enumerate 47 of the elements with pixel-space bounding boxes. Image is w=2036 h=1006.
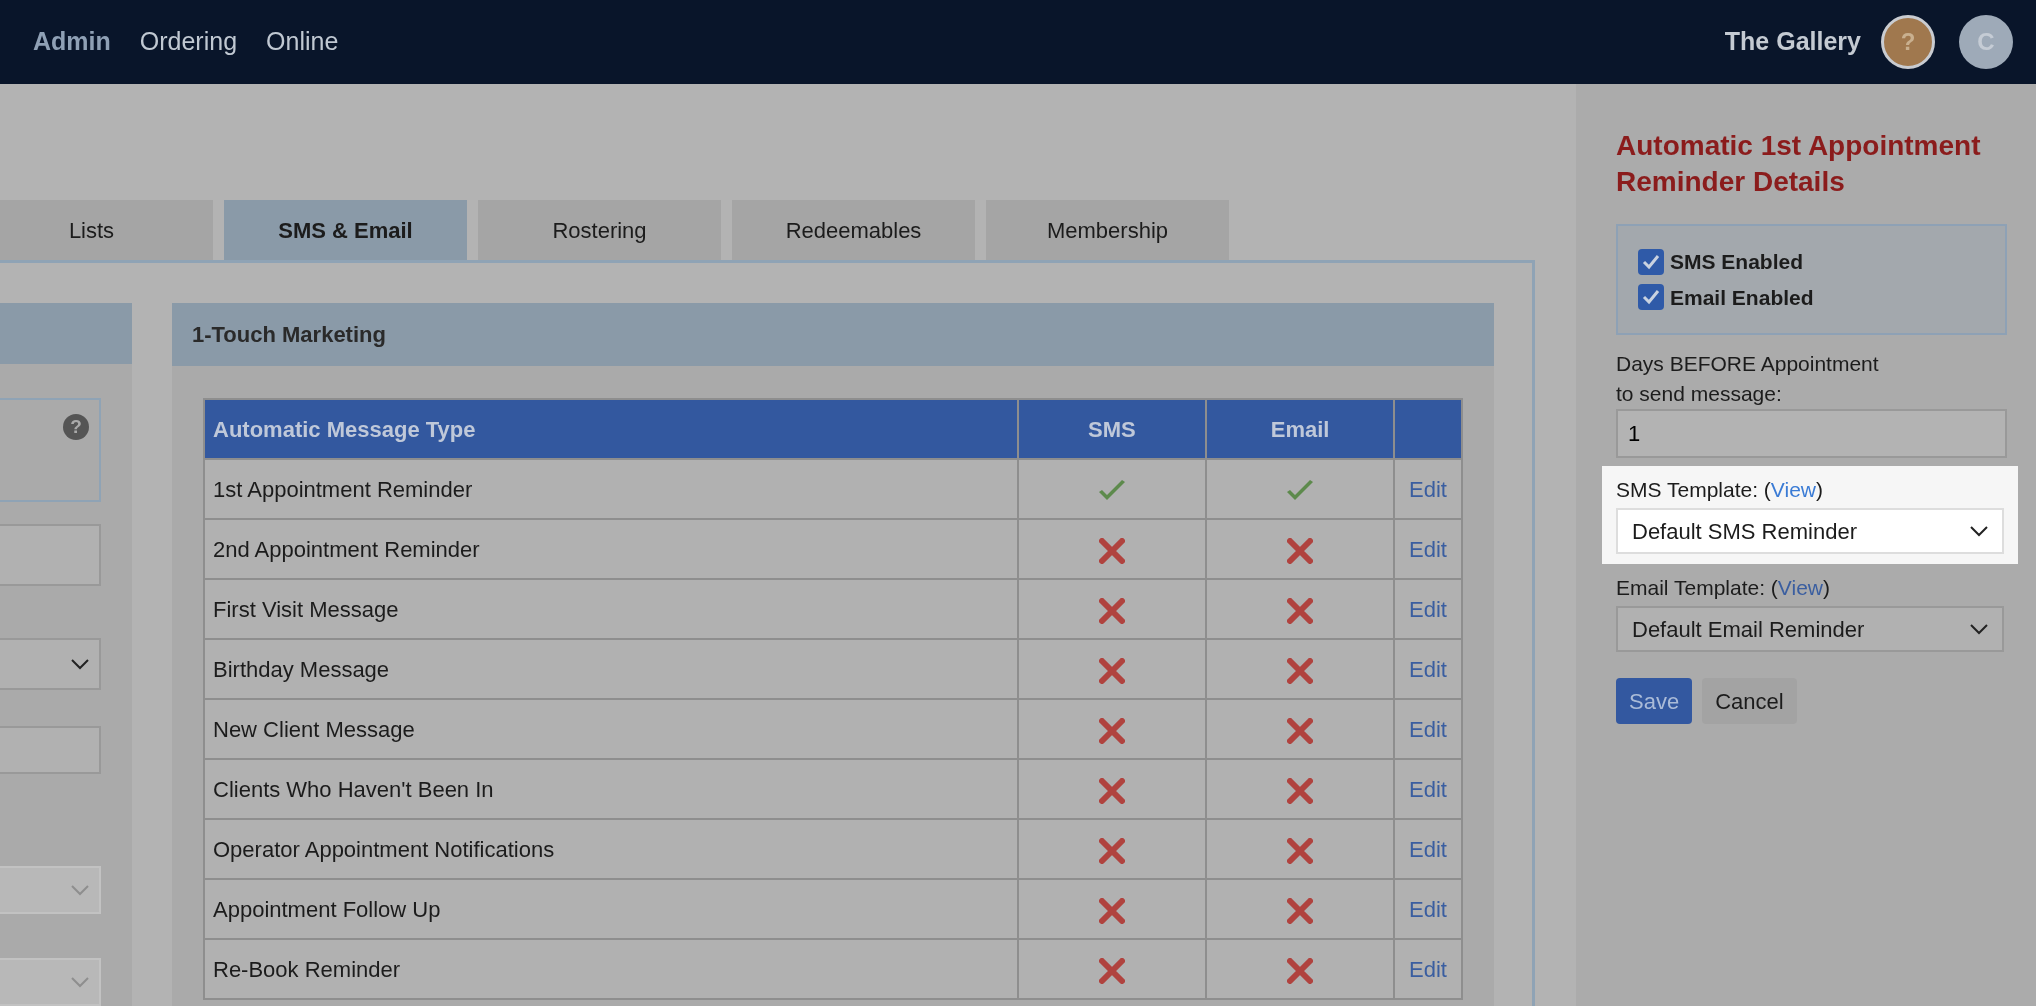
checkbox[interactable] (1638, 284, 1664, 311)
panel-title: Automatic 1st Appointment Reminder Details (1616, 129, 1982, 199)
template-select[interactable]: Default Email Reminder (1616, 606, 2004, 652)
help-button[interactable]: ? (1881, 15, 1935, 69)
view-link[interactable]: View (1777, 576, 1823, 599)
chevron-icon (71, 884, 89, 896)
table-cell: New Client Message (204, 699, 1018, 759)
field-label: Email Template: (View) (1616, 575, 1831, 601)
table-cell: Operator Appointment Notifications (204, 819, 1018, 879)
table-cell: 1st Appointment Reminder (204, 459, 1018, 519)
chevron-icon (1970, 525, 1988, 537)
table-cell: 2nd Appointment Reminder (204, 519, 1018, 579)
checkbox[interactable] (1638, 248, 1664, 275)
cancel-button[interactable]: Cancel (1702, 678, 1797, 724)
table-cell: First Visit Message (204, 579, 1018, 639)
table-cell: Re-Book Reminder (204, 939, 1018, 999)
nav-link[interactable]: Ordering (139, 23, 238, 61)
checkbox-label: Email Enabled (1670, 284, 1814, 311)
field-label: Days BEFORE Appointment to send message: (1616, 351, 1880, 407)
card-header: 1-Touch Marketing (172, 303, 1494, 366)
tab[interactable]: SMS & Email (224, 200, 467, 260)
column-header: Email (1206, 399, 1394, 459)
input-field[interactable] (0, 524, 101, 586)
input-field[interactable] (0, 726, 101, 774)
tab[interactable]: Lists (0, 200, 213, 260)
select-field[interactable] (0, 638, 101, 690)
field-label: SMS Template: (View) (1616, 477, 1824, 503)
account-name: The Gallery (1724, 26, 1861, 58)
tab[interactable]: Rostering (478, 200, 721, 260)
days-input[interactable]: 1 (1616, 409, 2007, 458)
table-cell: Clients Who Haven't Been In (204, 759, 1018, 819)
column-header: Automatic Message Type (204, 399, 1018, 459)
chevron-icon (71, 976, 89, 988)
view-link[interactable]: View (1770, 478, 1816, 501)
nav-link[interactable]: Admin (33, 23, 111, 61)
template-select[interactable]: Default SMS Reminder (1616, 508, 2004, 554)
column-header: SMS (1017, 399, 1207, 459)
table-cell: Appointment Follow Up (204, 879, 1018, 939)
save-button[interactable]: Save (1616, 678, 1693, 724)
chevron-icon (71, 658, 89, 670)
help-icon[interactable]: ? (63, 414, 89, 440)
chevron-icon (1970, 623, 1988, 635)
tab[interactable]: Membership (986, 200, 1229, 260)
nav-link[interactable]: Online (266, 23, 339, 61)
tab[interactable]: Redeemables (732, 200, 975, 260)
table-cell: Birthday Message (204, 639, 1018, 699)
checkbox-label: SMS Enabled (1670, 249, 1804, 275)
